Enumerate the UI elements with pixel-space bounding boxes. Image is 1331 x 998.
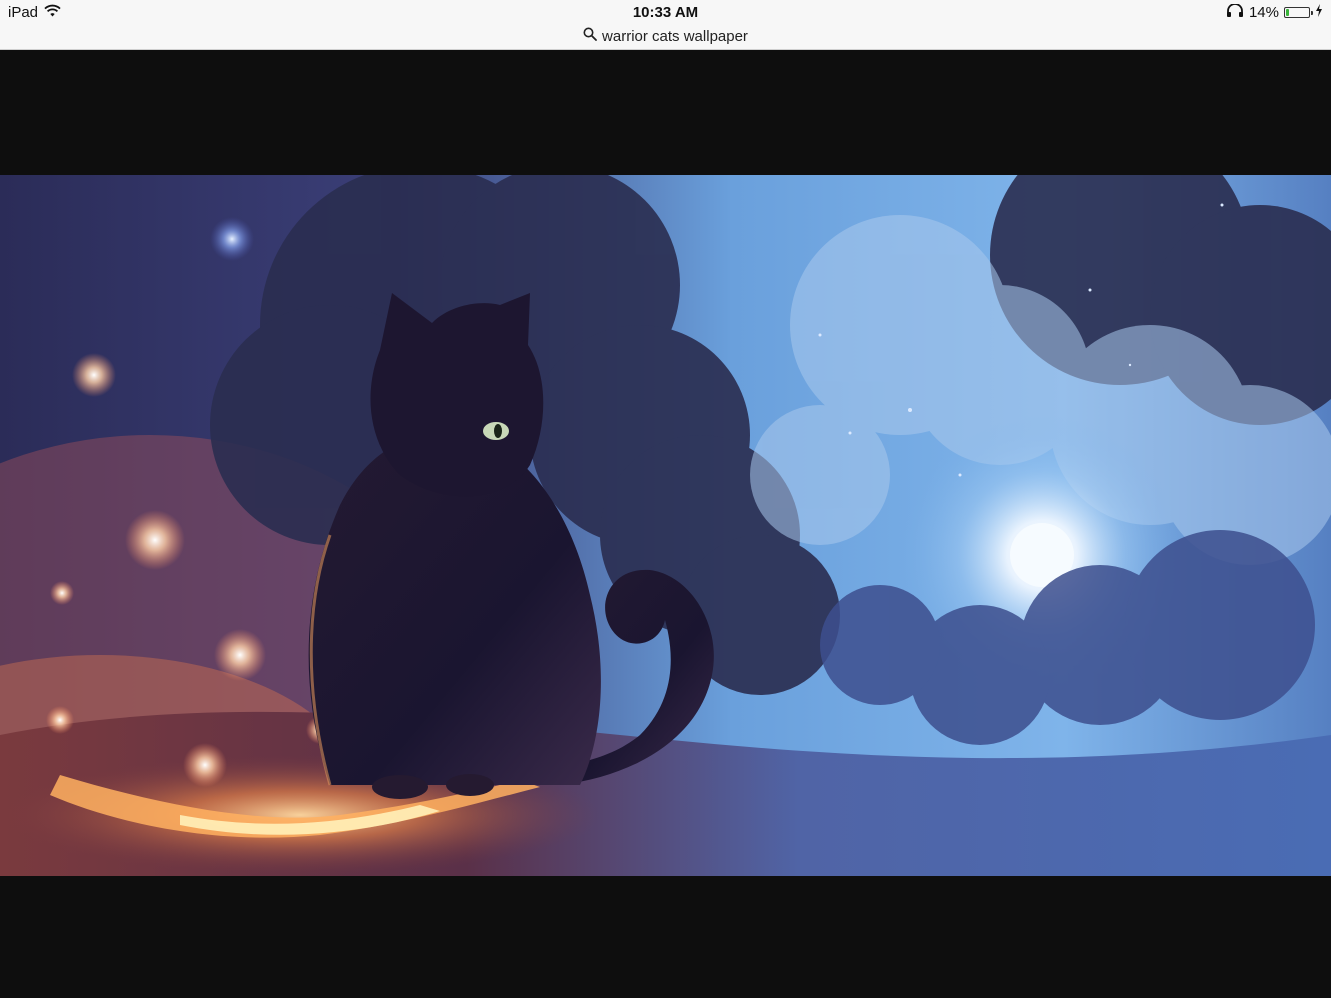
status-bar: iPad 10:33 AM warrior cats wallpaper 14% [0, 0, 1331, 50]
cat-head [370, 293, 544, 497]
battery-percent: 14% [1248, 4, 1279, 21]
battery-icon [1284, 7, 1313, 18]
headphones-icon [1226, 3, 1244, 21]
battery-level [1286, 9, 1289, 16]
url-text[interactable]: warrior cats wallpaper [602, 28, 748, 45]
letterbox-top [0, 50, 1331, 175]
search-icon [583, 27, 597, 45]
charging-bolt-icon [1315, 4, 1323, 21]
url-bar[interactable]: warrior cats wallpaper [0, 27, 1331, 45]
letterbox-bottom [0, 876, 1331, 998]
status-right: 14% [1226, 3, 1323, 21]
wallpaper-image[interactable] [0, 175, 1331, 876]
clock: 10:33 AM [632, 4, 699, 21]
